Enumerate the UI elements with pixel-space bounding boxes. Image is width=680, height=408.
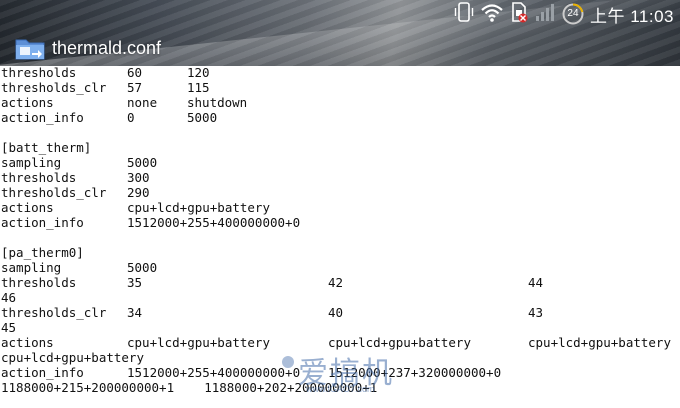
text-line: [batt_therm] [0, 140, 680, 155]
status-clock: 上午 11:03 [589, 6, 674, 26]
line-token: thresholds [1, 275, 77, 290]
line-token: [pa_therm0] [1, 245, 84, 260]
text-line: actions cpu+lcd+gpu+battery [0, 200, 680, 215]
line-token: cpu+lcd+gpu+battery [328, 335, 471, 350]
text-line: action_info 0 5000 [0, 110, 680, 125]
line-token: 60 [127, 66, 143, 80]
line-token: 43 [528, 305, 544, 320]
line-token: action_info [1, 215, 84, 230]
line-token: 1512000+255+400000000+0 [127, 215, 301, 230]
line-token: thresholds_clr [1, 80, 107, 95]
top-bar: 24 上午 11:03 thermald.conf [0, 0, 680, 66]
line-token: thresholds_clr [1, 305, 107, 320]
text-line: 45 [0, 320, 680, 335]
line-token: thresholds [1, 170, 77, 185]
phone-vibrate-icon [454, 1, 474, 27]
status-bar: 24 上午 11:03 [454, 0, 680, 28]
line-token: 0 [127, 110, 135, 125]
text-line: thresholds 35 42 44 [0, 275, 680, 290]
line-token: 5000 [127, 260, 158, 275]
line-token: 120 [187, 66, 210, 80]
line-token: 44 [528, 275, 544, 290]
line-token: 115 [187, 80, 210, 95]
text-line: action_info 1512000+255+400000000+0 [0, 215, 680, 230]
text-line [0, 125, 680, 140]
text-line: sampling 5000 [0, 155, 680, 170]
text-line: thresholds 60 120 [0, 66, 680, 80]
text-line: thresholds_clr 290 [0, 185, 680, 200]
line-token: none [127, 95, 158, 110]
wifi-icon [480, 1, 504, 27]
text-line: 1188000+215+200000000+1 1188000+202+2000… [0, 380, 680, 395]
text-line: action_info 1512000+255+400000000+0 151200… [0, 365, 680, 380]
text-line: cpu+lcd+gpu+battery [0, 350, 680, 365]
line-token: action_info [1, 365, 84, 380]
text-line: thresholds_clr 34 40 43 [0, 305, 680, 320]
action-bar: thermald.conf [0, 30, 161, 66]
line-token: 290 [127, 185, 150, 200]
line-token: 57 [127, 80, 143, 95]
text-line: thresholds 300 [0, 170, 680, 185]
text-line: thresholds_clr 57 115 [0, 80, 680, 95]
line-token: 1512000+237+320000000+0 [328, 365, 502, 380]
file-manager-icon[interactable] [14, 35, 46, 61]
line-token: actions [1, 335, 54, 350]
line-token: sampling [1, 155, 62, 170]
text-line: [pa_therm0] [0, 245, 680, 260]
text-line: actions none shutdown [0, 95, 680, 110]
line-token: thresholds [1, 66, 77, 80]
text-line: 46 [0, 290, 680, 305]
line-token: 46 [1, 290, 17, 305]
line-token: cpu+lcd+gpu+battery [528, 335, 671, 350]
line-token: 40 [328, 305, 344, 320]
line-token: actions [1, 200, 54, 215]
line-token: cpu+lcd+gpu+battery [127, 200, 270, 215]
line-token: 5000 [127, 155, 158, 170]
line-token: 1512000+255+400000000+0 [127, 365, 301, 380]
line-token: [batt_therm] [1, 140, 92, 155]
line-token: cpu+lcd+gpu+battery [1, 350, 144, 365]
line-token: 42 [328, 275, 344, 290]
file-title: thermald.conf [52, 37, 162, 58]
text-line: actions cpu+lcd+gpu+battery cpu+lcd+gpu+ba… [0, 335, 680, 350]
line-token: 300 [127, 170, 150, 185]
line-token: cpu+lcd+gpu+battery [127, 335, 270, 350]
sim-blocked-icon [510, 1, 528, 27]
battery-level: 24 [567, 8, 579, 19]
line-token: thresholds_clr [1, 185, 107, 200]
battery-icon: 24 [562, 3, 584, 25]
signal-icon [534, 1, 556, 27]
line-token: 5000 [187, 110, 218, 125]
line-token: action_info [1, 110, 84, 125]
line-token: 45 [1, 320, 17, 335]
line-token: 34 [127, 305, 143, 320]
line-token: actions [1, 95, 54, 110]
text-line: sampling 5000 [0, 260, 680, 275]
line-token: shutdown [187, 95, 248, 110]
line-token: 35 [127, 275, 143, 290]
file-content[interactable]: thresholds 60 120 thresholds_clr 57 115 action… [0, 66, 680, 408]
text-line [0, 230, 680, 245]
line-token: 1188000+215+200000000+1 1188000+202+2000… [1, 380, 378, 395]
line-token: sampling [1, 260, 62, 275]
